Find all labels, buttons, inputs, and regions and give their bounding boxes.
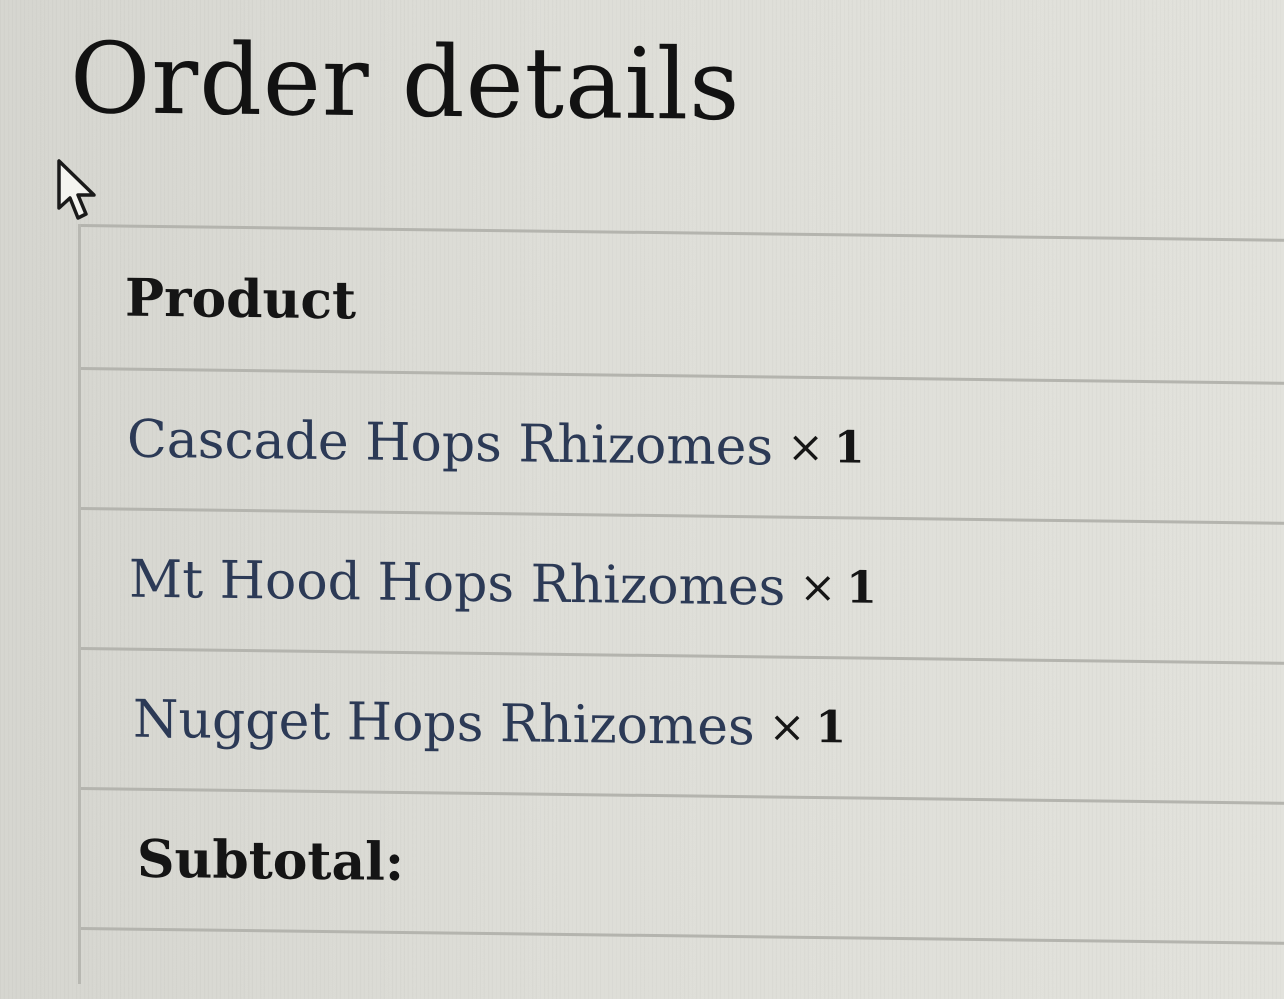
quantity-multiplier: × bbox=[768, 701, 806, 753]
quantity-multiplier: × bbox=[799, 561, 837, 614]
quantity-multiplier: × bbox=[787, 421, 824, 474]
product-quantity: 1 bbox=[815, 702, 847, 754]
table-row: Nugget Hops Rhizomes × 1 bbox=[81, 647, 1284, 803]
product-link[interactable]: Mt Hood Hops Rhizomes bbox=[129, 549, 785, 617]
product-link[interactable]: Cascade Hops Rhizomes bbox=[127, 409, 773, 477]
subtotal-label: Subtotal: bbox=[137, 828, 405, 893]
mouse-pointer-icon bbox=[57, 159, 96, 220]
product-link[interactable]: Nugget Hops Rhizomes bbox=[133, 689, 755, 757]
order-details-table: Product Cascade Hops Rhizomes × 1 Mt Hoo… bbox=[78, 224, 1284, 999]
page-title: Order details bbox=[70, 22, 741, 144]
table-row: Cascade Hops Rhizomes × 1 bbox=[81, 367, 1284, 523]
product-column-header: Product bbox=[125, 267, 357, 331]
table-row: Mt Hood Hops Rhizomes × 1 bbox=[81, 507, 1284, 663]
subtotal-row: Subtotal: bbox=[81, 787, 1284, 943]
product-quantity: 1 bbox=[846, 562, 877, 614]
product-quantity: 1 bbox=[833, 422, 865, 474]
table-header-row: Product bbox=[81, 224, 1284, 383]
